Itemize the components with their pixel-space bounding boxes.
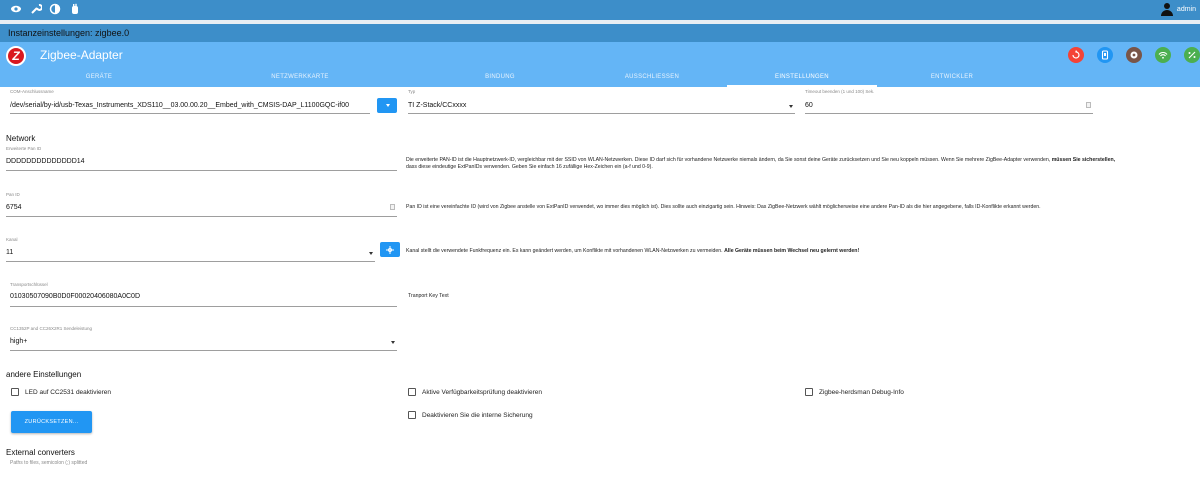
kanal-select[interactable]: Kanal 11	[6, 237, 375, 263]
kanal-label: Kanal	[6, 237, 18, 242]
wifi-icon[interactable]	[1155, 47, 1171, 63]
pan-id-label: Pan ID	[6, 192, 20, 197]
hand-icon[interactable]	[69, 3, 81, 15]
tab-entwickler[interactable]: ENTWICKLER	[877, 70, 1027, 87]
pan-id-description: Pan ID ist eine vereinfachte ID (wird vo…	[406, 204, 1041, 210]
tab-netzwerkkarte[interactable]: NETZWERKKARTE	[225, 70, 375, 87]
tab-bindung[interactable]: BINDUNG	[425, 70, 575, 87]
timeout-value[interactable]: 60	[805, 102, 813, 109]
timeout-field[interactable]: Timeout beenden (1 und 100) Sek. 60	[805, 89, 1093, 115]
ext-pan-id-description: Die erweiterte PAN-ID ist die Hauptnetzw…	[406, 157, 1115, 171]
number-stepper[interactable]	[390, 204, 395, 210]
ext-pan-id-desc-text-2: dass diese eindeutige ExtPanIDs verwende…	[406, 164, 653, 170]
com-port-select-button[interactable]	[377, 98, 397, 113]
percent-icon[interactable]	[1184, 47, 1200, 63]
availability-checkbox-label: Aktive Verfügbarkeitsprüfung deaktiviere…	[422, 388, 542, 396]
contrast-icon[interactable]	[49, 3, 61, 15]
pan-id-field[interactable]: Pan ID 6754	[6, 192, 397, 218]
ext-pan-id-desc-text: Die erweiterte PAN-ID ist die Hauptnetzw…	[406, 157, 1051, 163]
other-settings-heading: andere Einstellungen	[6, 370, 82, 379]
transmit-power-select[interactable]: CC1352P and CC26X2R1 Sendeleistung high+	[10, 326, 397, 352]
user-icon	[1160, 3, 1173, 16]
timeout-label: Timeout beenden (1 und 100) Sek.	[805, 89, 875, 94]
typ-label: Typ	[408, 89, 416, 94]
transport-key-value[interactable]: 01030507090B0D0F00020406080A0C0D	[10, 293, 140, 300]
instance-title: Instanzeinstellungen: zigbee.0	[0, 24, 1200, 42]
kanal-description: Kanal stellt die verwendete Funkfrequenz…	[406, 248, 859, 255]
kanal-desc-bold: Alle Geräte müssen beim Wechsel neu gele…	[724, 248, 860, 254]
typ-value: TI Z-Stack/CCxxxx	[408, 102, 467, 109]
kanal-scan-button[interactable]	[380, 242, 400, 257]
com-port-value[interactable]: /dev/serial/by-id/usb-Texas_Instruments_…	[10, 102, 349, 109]
zigbee-logo: Z	[6, 46, 26, 66]
kanal-desc-text: Kanal stellt die verwendete Funkfrequenz…	[406, 248, 723, 254]
external-converters-input[interactable]: Paths to files, semicolon (;) splitted	[10, 460, 397, 472]
tab-einstellungen[interactable]: EINSTELLUNGEN	[727, 70, 877, 87]
kanal-value: 11	[6, 249, 14, 256]
chevron-down-icon	[369, 252, 373, 255]
transport-key-description: Tranport Key Text	[408, 293, 449, 299]
availability-checkbox[interactable]: Aktive Verfügbarkeitsprüfung deaktiviere…	[408, 388, 542, 396]
backup-checkbox[interactable]: Deaktivieren Sie die interne Sicherung	[408, 411, 533, 419]
debug-info-checkbox-label: Zigbee-herdsman Debug-Info	[819, 388, 904, 396]
ext-pan-id-value[interactable]: DDDDDDDDDDDDDD14	[6, 158, 85, 165]
checkbox-box[interactable]	[408, 388, 416, 396]
transport-key-field[interactable]: Transportschlüssel 01030507090B0D0F00020…	[10, 282, 397, 308]
transmit-power-label: CC1352P and CC26X2R1 Sendeleistung	[10, 326, 92, 331]
tab-geraete[interactable]: GERÄTE	[24, 70, 174, 87]
pan-id-value[interactable]: 6754	[6, 204, 22, 211]
restart-icon[interactable]	[1068, 47, 1084, 63]
external-converters-heading: External converters	[6, 448, 75, 457]
top-toolbar: admin	[0, 0, 1200, 20]
com-port-label: COM-Anschlussname	[10, 89, 54, 94]
tab-bar: GERÄTE NETZWERKKARTE BINDUNG AUSSCHLIESS…	[0, 70, 1200, 87]
chevron-down-icon	[789, 105, 793, 108]
transport-key-label: Transportschlüssel	[10, 282, 48, 287]
transmit-power-value: high+	[10, 338, 28, 345]
ext-pan-id-label: Erweiterte Pan ID	[6, 146, 42, 151]
user-name: admin	[1176, 6, 1196, 13]
backup-checkbox-label: Deaktivieren Sie die interne Sicherung	[422, 411, 533, 419]
typ-select[interactable]: Typ TI Z-Stack/CCxxxx	[408, 89, 795, 115]
led-checkbox-label: LED auf CC2531 deaktivieren	[25, 388, 111, 396]
tab-ausschliessen[interactable]: AUSSCHLIESSEN	[577, 70, 727, 87]
network-heading: Network	[6, 134, 36, 143]
ext-pan-id-field[interactable]: Erweiterte Pan ID DDDDDDDDDDDDDD14	[6, 146, 397, 172]
cog-icon[interactable]	[1126, 47, 1142, 63]
wrench-icon[interactable]	[30, 3, 43, 15]
device-icon[interactable]	[1097, 47, 1113, 63]
reset-button[interactable]: ZURÜCKSETZEN...	[11, 411, 92, 433]
chevron-down-icon	[391, 341, 395, 344]
number-stepper[interactable]	[1086, 102, 1091, 108]
page-title: Zigbee-Adapter	[40, 48, 123, 62]
checkbox-box[interactable]	[408, 411, 416, 419]
external-converters-placeholder: Paths to files, semicolon (;) splitted	[10, 460, 88, 466]
eye-icon[interactable]	[10, 3, 22, 15]
crosshair-icon	[386, 245, 394, 254]
chevron-down-icon	[386, 104, 390, 107]
ext-pan-id-desc-bold: müssen Sie sicherstellen,	[1051, 157, 1116, 163]
checkbox-box[interactable]	[805, 388, 813, 396]
checkbox-box[interactable]	[11, 388, 19, 396]
debug-info-checkbox[interactable]: Zigbee-herdsman Debug-Info	[805, 388, 904, 396]
com-port-field[interactable]: COM-Anschlussname /dev/serial/by-id/usb-…	[10, 89, 370, 115]
user-menu[interactable]: admin	[1160, 3, 1196, 16]
led-checkbox[interactable]: LED auf CC2531 deaktivieren	[11, 388, 111, 396]
